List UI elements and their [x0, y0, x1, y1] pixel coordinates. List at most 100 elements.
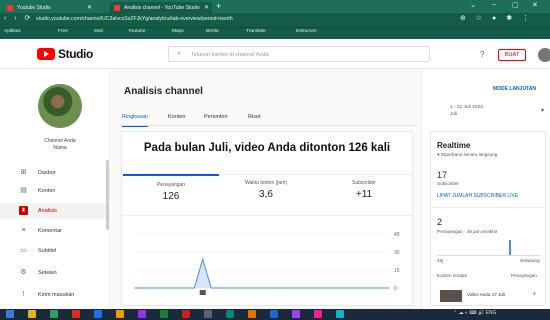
data-point[interactable]: [134, 287, 136, 289]
divider: [431, 207, 545, 208]
data-point[interactable]: [371, 287, 373, 289]
close-tab-icon[interactable]: ✕: [204, 4, 209, 11]
taskbar-app-icon[interactable]: [248, 310, 256, 318]
channel-avatar[interactable]: [38, 84, 82, 128]
taskbar-app-icon[interactable]: [138, 310, 146, 318]
bookmark-item[interactable]: Mail: [94, 29, 103, 34]
sidebar-item-feedback[interactable]: ! Kirim masukan: [0, 287, 106, 303]
tab-search-icon[interactable]: ⌄: [470, 1, 476, 9]
data-point[interactable]: [244, 287, 246, 289]
taskbar-app-icon[interactable]: [72, 310, 80, 318]
extension-icons[interactable]: ⊕ ☆ ● ✱ ⋮: [460, 14, 533, 22]
bookmark-item[interactable]: Aplikasi: [4, 29, 21, 34]
data-point[interactable]: [346, 287, 348, 289]
data-point[interactable]: [312, 287, 314, 289]
account-avatar[interactable]: [538, 48, 550, 62]
taskbar-app-icon[interactable]: [314, 310, 322, 318]
date-range-period: Juli: [450, 112, 458, 117]
data-point[interactable]: [329, 287, 331, 289]
taskbar-app-icon[interactable]: [226, 310, 234, 318]
data-point[interactable]: [261, 287, 263, 289]
tab-content[interactable]: Konten: [168, 114, 185, 120]
browser-tab-2-active[interactable]: Analisis channel - YouTube Studio ✕: [110, 2, 212, 13]
bookmark-item[interactable]: Translate: [246, 29, 266, 34]
data-point[interactable]: [295, 287, 297, 289]
data-point[interactable]: [270, 287, 271, 289]
metric-subscribers[interactable]: Subscriber +11: [316, 180, 412, 200]
bookmark-item[interactable]: Berita: [206, 29, 219, 34]
sidebar-item-comments[interactable]: ≡ Komentar: [0, 223, 106, 239]
taskbar-app-icon[interactable]: [28, 310, 36, 318]
video-thumbnail[interactable]: [440, 290, 462, 302]
taskbar-app-icon[interactable]: [270, 310, 278, 318]
minimize-button[interactable]: –: [492, 1, 496, 8]
data-point[interactable]: [151, 287, 153, 289]
create-button[interactable]: BUAT: [498, 49, 526, 61]
data-point[interactable]: [176, 287, 178, 289]
maximize-button[interactable]: ▢: [512, 1, 519, 9]
taskbar-app-icon[interactable]: [116, 310, 124, 318]
subscriber-label: Subscriber: [437, 181, 459, 186]
search-placeholder: Telusuri konten di channel Anda: [191, 52, 269, 58]
system-tray[interactable]: ⌃ ☁ ◐ ⌨ 🔊 ENG: [453, 310, 496, 316]
video-publish-marker-icon[interactable]: [199, 290, 206, 295]
taskbar-app-icon[interactable]: [336, 310, 344, 318]
date-range-select[interactable]: 1 - 31 Juli 2023 Juli ▾: [450, 104, 546, 122]
sidebar-item-dashboard[interactable]: ⊞ Dasbor: [0, 165, 106, 181]
data-point[interactable]: [303, 287, 305, 289]
sidebar-item-analytics[interactable]: ▮ Analisis: [0, 203, 106, 219]
bookmark-item[interactable]: Free: [58, 29, 68, 34]
data-point[interactable]: [236, 287, 237, 289]
data-point[interactable]: [168, 287, 170, 289]
data-point[interactable]: [143, 287, 144, 289]
data-point[interactable]: [253, 287, 254, 289]
data-point[interactable]: [388, 287, 390, 289]
metric-views[interactable]: Penayangan 126: [123, 174, 219, 212]
taskbar-app-icon[interactable]: [6, 310, 14, 318]
help-icon[interactable]: ?: [480, 50, 484, 59]
data-point[interactable]: [287, 287, 288, 289]
data-point[interactable]: [210, 287, 212, 289]
studio-logo[interactable]: Studio: [37, 47, 100, 61]
taskbar-app-icon[interactable]: [50, 310, 58, 318]
taskbar-app-icon[interactable]: [94, 310, 102, 318]
views-area-chart: 45 30 15 0: [134, 232, 400, 295]
data-point[interactable]: [337, 287, 339, 289]
close-window-button[interactable]: ✕: [532, 1, 538, 9]
data-point[interactable]: [219, 287, 221, 289]
live-subscriber-link[interactable]: LIHAT JUMLAH SUBSCRIBER LIVE: [437, 193, 518, 199]
sidebar-item-settings[interactable]: ⚙ Setelan: [0, 265, 106, 281]
tab-audience[interactable]: Penonton: [204, 114, 228, 120]
data-point[interactable]: [202, 258, 204, 260]
metric-watch-time[interactable]: Waktu tonton (jam) 3,6: [218, 180, 314, 200]
data-point[interactable]: [193, 287, 195, 289]
new-tab-button[interactable]: +: [216, 1, 221, 11]
advanced-mode-link[interactable]: MODE LANJUTAN: [493, 86, 536, 92]
close-tab-icon[interactable]: ✕: [87, 4, 92, 11]
data-point[interactable]: [354, 287, 356, 289]
sidebar-item-content[interactable]: ▤ Konten: [0, 183, 106, 199]
bookmark-item[interactable]: Maps: [172, 29, 184, 34]
data-point[interactable]: [278, 287, 280, 289]
taskbar-app-icon[interactable]: [204, 310, 212, 318]
create-label: BUAT: [504, 52, 520, 58]
search-input[interactable]: ⌕ Telusuri konten di channel Anda: [168, 46, 430, 62]
navigation-buttons[interactable]: ‹ › ⟳: [4, 14, 33, 22]
data-point[interactable]: [363, 287, 364, 289]
data-point[interactable]: [380, 287, 381, 289]
bookmark-item[interactable]: Dokumen: [296, 29, 317, 34]
taskbar-app-icon[interactable]: [160, 310, 168, 318]
top-video-title[interactable]: Video Anda 17 Juli: [467, 292, 505, 297]
data-point[interactable]: [185, 287, 187, 289]
data-point[interactable]: [227, 287, 229, 289]
sidebar-scrollbar[interactable]: [106, 160, 109, 230]
data-point[interactable]: [320, 287, 322, 289]
bookmark-item[interactable]: Youtube: [128, 29, 145, 34]
taskbar-app-icon[interactable]: [292, 310, 300, 318]
data-point[interactable]: [160, 287, 161, 289]
taskbar-app-icon[interactable]: [182, 310, 190, 318]
url-field[interactable]: studio.youtube.com/channel/UC3alvcxSxZFJ…: [36, 16, 456, 25]
sidebar-item-subtitles[interactable]: ▭ Subtitel: [0, 243, 106, 259]
browser-tab-1[interactable]: Youtube Studio ✕: [3, 2, 95, 13]
tab-research[interactable]: Riset: [248, 114, 261, 120]
